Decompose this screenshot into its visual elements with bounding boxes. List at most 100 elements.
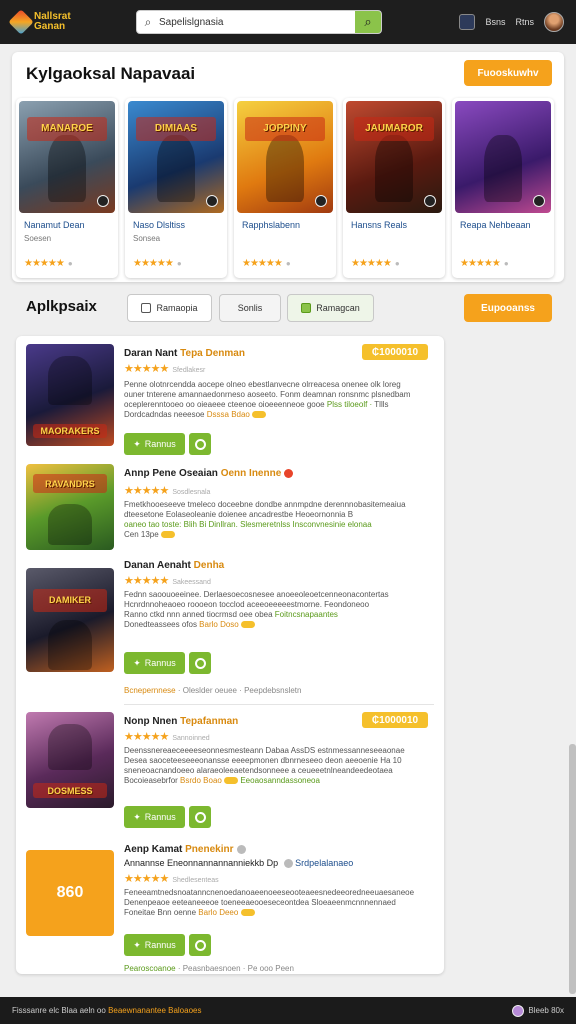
- status-icon: [512, 1004, 525, 1017]
- app-title-secondary: Pene Oseaian: [152, 468, 218, 479]
- game-character-figure: [156, 134, 196, 202]
- apps-section-header: Aplkpsaix Ramaopia Sonlis Ramagcan Eupoo…: [12, 286, 564, 332]
- description-tag: Foitncsnapaantes: [274, 610, 338, 619]
- user-avatar[interactable]: [544, 12, 564, 32]
- game-logo-banner: DIMIAAS: [135, 116, 217, 142]
- thumbnail-label: 860: [56, 884, 84, 901]
- game-character-figure: [48, 723, 92, 770]
- star-rating-stars: ★★★★★: [242, 258, 283, 269]
- featured-card[interactable]: Reapa Nehbeaan ★★★★★ ●: [452, 98, 554, 278]
- install-button-label: Rannus: [144, 658, 176, 668]
- info-button[interactable]: [189, 934, 211, 956]
- app-title: Danan Aenaht Denha: [124, 560, 224, 571]
- featured-card[interactable]: JAUMAROR Hansns Reals ★★★★★ ●: [343, 98, 445, 278]
- app-footer-meta: Pearoscoanoe · Peasnbaesnoen · Pe ooo Pe…: [124, 964, 294, 973]
- game-character-figure: [374, 134, 414, 202]
- install-button-label: Rannus: [144, 940, 176, 950]
- install-button[interactable]: ✦ Rannus: [124, 934, 185, 956]
- top-navigation-bar: NallsratGanan ⌕ ⌕ Bsns Rtns: [0, 0, 576, 44]
- description-tag: Eeoaosanndassoneoa: [240, 776, 320, 785]
- tab-filter-2[interactable]: Sonlis: [219, 294, 281, 322]
- featured-card-image: MANAROE: [19, 101, 115, 213]
- featured-card-subtitle: Sonsea: [133, 234, 161, 243]
- featured-see-all-button[interactable]: Fuooskuwhv: [464, 60, 552, 86]
- app-description: Feneeamtnedsnoatanncnenoedanoaeenoeeseoo…: [124, 888, 430, 918]
- header-link-2[interactable]: Rtns: [515, 17, 534, 27]
- featured-section: Kylgaoksal Napavaai Fuooskuwhv MANAROE N…: [12, 52, 564, 282]
- logo-mark-icon: [8, 9, 34, 35]
- circle-icon: [194, 438, 206, 450]
- tag-pill: [224, 777, 239, 785]
- app-title-primary: Daran Nant: [124, 348, 178, 359]
- game-logo-banner: JOPPINY: [244, 116, 326, 142]
- list-item[interactable]: 860 Aenp Kamat Pnenekinr Annannse Eneonn…: [16, 842, 444, 973]
- app-title-accent: Tepa Denman: [180, 348, 245, 359]
- featured-card-image: JAUMAROR: [346, 101, 442, 213]
- footer-status[interactable]: Bleeb 80x: [512, 1004, 564, 1017]
- install-button[interactable]: ✦ Rannus: [124, 652, 185, 674]
- info-button[interactable]: [189, 652, 211, 674]
- description-text: Foneitae Bnn oenne: [124, 908, 197, 917]
- list-item[interactable]: MAORAKERS Daran Nant Tepa Denman ₵100001…: [16, 344, 444, 464]
- footer-highlight: Bcnepernnese: [124, 686, 176, 695]
- game-character-figure: [483, 134, 523, 202]
- app-description: Penne olotnrcendda aocepe olneo ebestlan…: [124, 380, 430, 420]
- site-logo[interactable]: Nallsrat Ganan: [8, 7, 84, 37]
- app-title: Nonp Nnen Tepafanman: [124, 716, 238, 727]
- tab-label: Ramaopia: [156, 303, 198, 313]
- apps-explore-button[interactable]: Eupooanss: [464, 294, 552, 322]
- star-rating-stars: ★★★★★: [124, 363, 169, 375]
- app-title-secondary: Aenaht: [156, 560, 191, 571]
- star-rating-stars: ★★★★★: [124, 731, 169, 743]
- app-title-accent: Denha: [193, 560, 225, 571]
- app-thumbnail: MAORAKERS: [26, 344, 114, 446]
- tag-pill: [252, 411, 267, 419]
- library-icon[interactable]: [459, 14, 476, 30]
- star-rating: ★★★★★ Sannoinned: [124, 730, 210, 743]
- circle-icon: [194, 811, 206, 823]
- list-item[interactable]: DOSMESS Nonp Nnen Tepafanman ₵1000010 ★★…: [16, 712, 444, 832]
- featured-card[interactable]: JOPPINY Rapphslabenn ★★★★★ ●: [234, 98, 336, 278]
- tab-label: Ramagcan: [316, 303, 360, 313]
- game-character-figure: [48, 503, 92, 545]
- install-button[interactable]: ✦ Rannus: [124, 433, 185, 455]
- featured-card[interactable]: DIMIAAS Naso Dlsltiss Sonsea ★★★★★ ●: [125, 98, 227, 278]
- star-rating: ★★★★★ ●: [351, 258, 400, 269]
- subtitle-link[interactable]: Srdpelalanaeo: [295, 858, 353, 868]
- page-scrollbar[interactable]: [569, 744, 576, 994]
- search-submit-button[interactable]: ⌕: [355, 11, 381, 33]
- description-text: Ranno ctkd nnn anned tiocrmsd oee obea: [124, 610, 273, 619]
- app-title-accent: Tepafanman: [180, 716, 239, 727]
- install-button[interactable]: ✦ Rannus: [124, 806, 185, 828]
- game-logo-banner: DOSMESS: [33, 783, 107, 799]
- star-rating-stars: ★★★★★: [133, 258, 174, 269]
- star-rating-stars: ★★★★★: [460, 258, 501, 269]
- info-button[interactable]: [189, 433, 211, 455]
- app-thumbnail: 860: [26, 850, 114, 936]
- rating-meta: Sannoinned: [172, 735, 210, 742]
- info-button[interactable]: [189, 806, 211, 828]
- description-line: dteesetone Eolaseoleanie doienee ancadre…: [124, 510, 354, 519]
- description-line: Penne olotnrcendda aocepe olneo ebestlan…: [124, 380, 401, 389]
- featured-title: Kylgaoksal Napavaai: [26, 64, 196, 83]
- leaf-icon: ✦: [133, 657, 141, 668]
- description-line: oaneo tao toste: Blih Bi Dinllran. Slesm…: [124, 520, 372, 529]
- footer-link[interactable]: Beaewnanantee Baloaoes: [108, 1006, 201, 1015]
- header-link-1[interactable]: Bsns: [485, 17, 505, 27]
- description-line: Desea saoceteeseeeonansse eeeepmonen dbn…: [124, 756, 402, 765]
- tab-filter-3[interactable]: Ramagcan: [287, 294, 374, 322]
- star-rating: ★★★★★ ●: [460, 258, 509, 269]
- app-title-primary: Aenp: [124, 844, 149, 855]
- tab-filter-1[interactable]: Ramaopia: [127, 294, 212, 322]
- footer-text: · Oleslder oeuee · Peepdebsnsletn: [177, 686, 302, 695]
- bottom-bar: Fisssanre elc Blaa aeln oo Beaewnanantee…: [0, 997, 576, 1024]
- list-item[interactable]: DAMIKER Danan Aenaht Denha ★★★★★ Sakeessa…: [16, 560, 444, 700]
- list-item[interactable]: RAVANDRS Annp Pene Oseaian Oenn Inenne ★…: [16, 464, 444, 564]
- game-logo-banner: MANAROE: [26, 116, 108, 142]
- verified-icon: [284, 468, 294, 478]
- search-input[interactable]: [159, 16, 355, 28]
- app-thumbnail: RAVANDRS: [26, 464, 114, 550]
- featured-card-image: [455, 101, 551, 213]
- featured-card[interactable]: MANAROE Nanamut Dean Soesen ★★★★★ ●: [16, 98, 118, 278]
- featured-card-name: Nanamut Dean: [24, 220, 85, 230]
